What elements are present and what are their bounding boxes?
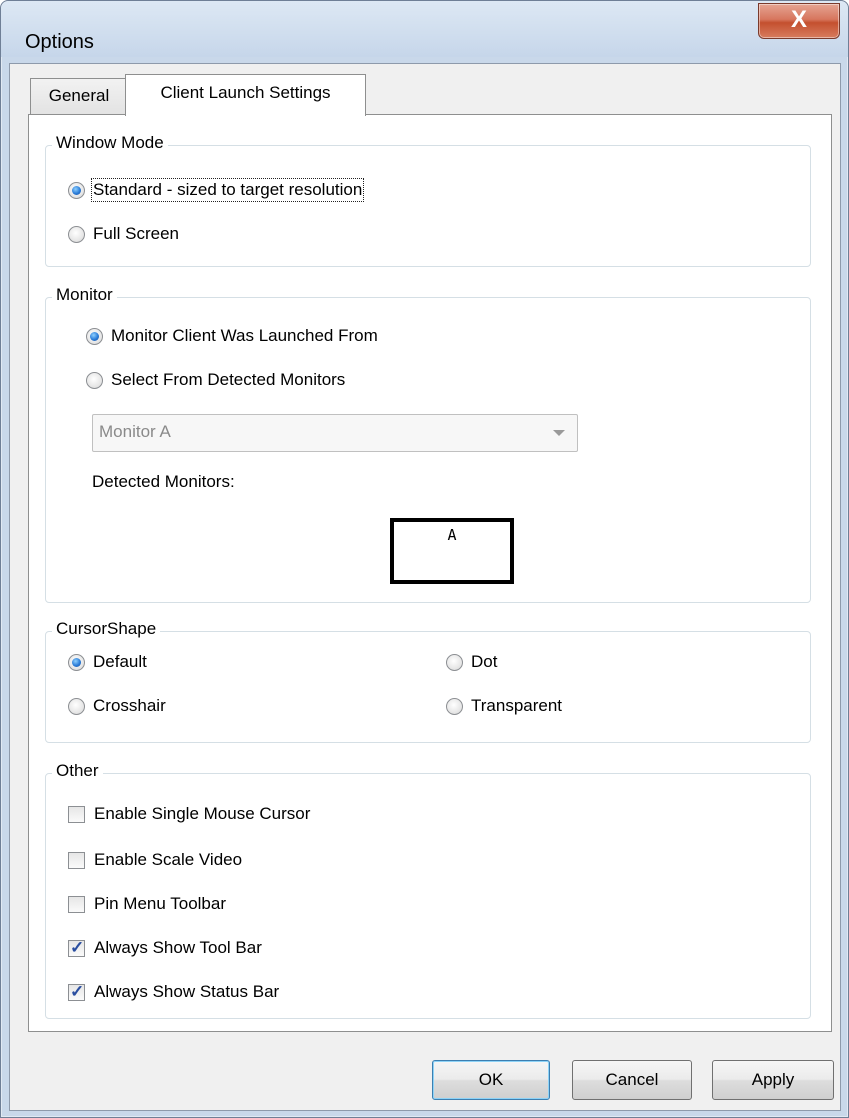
checkbox-label: Always Show Tool Bar (94, 938, 262, 957)
window-mode-group: Window Mode Standard - sized to target r… (45, 133, 811, 267)
checkbox-pin-menu-toolbar[interactable]: Pin Menu Toolbar (68, 894, 226, 914)
radio-select-detected-monitors[interactable]: Select From Detected Monitors (86, 370, 345, 390)
checkbox-enable-scale-video[interactable]: Enable Scale Video (68, 850, 242, 870)
tab-general[interactable]: General (30, 78, 128, 114)
cancel-button[interactable]: Cancel (572, 1060, 692, 1100)
title-bar[interactable]: Options X (1, 1, 848, 57)
checkmark-icon (68, 938, 85, 958)
cursor-shape-group: CursorShape Default Dot Crosshair Transp… (45, 619, 811, 743)
radio-indicator (86, 371, 103, 389)
radio-cursor-dot-label: Dot (471, 652, 498, 671)
radio-selected-indicator (86, 327, 103, 345)
dialog-client-area: General Client Launch Settings Window Mo… (9, 63, 841, 1111)
radio-indicator (446, 697, 463, 715)
monitor-legend: Monitor (52, 285, 117, 305)
cursor-shape-legend: CursorShape (52, 619, 161, 639)
radio-cursor-default-label: Default (93, 652, 147, 671)
radio-indicator (68, 697, 85, 715)
other-group: Other Enable Single Mouse Cursor Enable … (45, 761, 811, 1019)
checkbox-label: Always Show Status Bar (94, 982, 280, 1001)
detected-monitors-label: Detected Monitors: (92, 472, 235, 491)
radio-cursor-transparent[interactable]: Transparent (446, 696, 562, 716)
checkbox-label: Enable Scale Video (94, 850, 243, 869)
checkbox-indicator (68, 895, 85, 913)
options-dialog: Options X General Client Launch Settings… (0, 0, 849, 1118)
radio-monitor-launched-from[interactable]: Monitor Client Was Launched From (86, 326, 378, 346)
radio-select-detected-label: Select From Detected Monitors (111, 370, 346, 389)
monitor-a-box[interactable]: A (390, 518, 514, 584)
tab-panel: Window Mode Standard - sized to target r… (28, 114, 832, 1032)
radio-selected-indicator (68, 653, 85, 671)
checkbox-label: Pin Menu Toolbar (94, 894, 226, 913)
tab-client-launch-settings[interactable]: Client Launch Settings (125, 74, 366, 116)
monitor-a-label: A (447, 526, 457, 544)
radio-standard-label: Standard - sized to target resolution (90, 178, 365, 202)
checkbox-enable-single-mouse-cursor[interactable]: Enable Single Mouse Cursor (68, 804, 310, 824)
monitor-select-value: Monitor A (99, 422, 171, 441)
checkbox-always-show-status-bar[interactable]: Always Show Status Bar (68, 982, 279, 1002)
chevron-down-icon (553, 430, 565, 436)
checkbox-indicator (68, 805, 85, 823)
checkbox-indicator (68, 851, 85, 869)
radio-selected-indicator (68, 181, 85, 199)
close-icon: X (790, 6, 807, 33)
radio-full-screen[interactable]: Full Screen (68, 224, 179, 244)
apply-button[interactable]: Apply (712, 1060, 834, 1100)
checkbox-label: Enable Single Mouse Cursor (94, 804, 311, 823)
checkmark-icon (68, 982, 85, 1002)
radio-cursor-crosshair-label: Crosshair (93, 696, 166, 715)
radio-cursor-crosshair[interactable]: Crosshair (68, 696, 166, 716)
radio-indicator (68, 225, 85, 243)
monitor-group: Monitor Monitor Client Was Launched From… (45, 285, 811, 603)
window-mode-legend: Window Mode (52, 133, 168, 153)
monitor-select[interactable]: Monitor A (92, 414, 578, 452)
window-title: Options (25, 31, 94, 53)
radio-full-screen-label: Full Screen (93, 224, 179, 243)
other-legend: Other (52, 761, 103, 781)
radio-standard[interactable]: Standard - sized to target resolution (68, 178, 365, 202)
radio-cursor-dot[interactable]: Dot (446, 652, 497, 672)
radio-monitor-launched-from-label: Monitor Client Was Launched From (111, 326, 378, 345)
ok-button[interactable]: OK (432, 1060, 550, 1100)
close-button[interactable]: X (758, 3, 840, 39)
radio-indicator (446, 653, 463, 671)
detected-monitors-area: A (92, 498, 810, 594)
radio-cursor-default[interactable]: Default (68, 652, 147, 672)
radio-cursor-transparent-label: Transparent (471, 696, 563, 715)
checkbox-always-show-tool-bar[interactable]: Always Show Tool Bar (68, 938, 262, 958)
